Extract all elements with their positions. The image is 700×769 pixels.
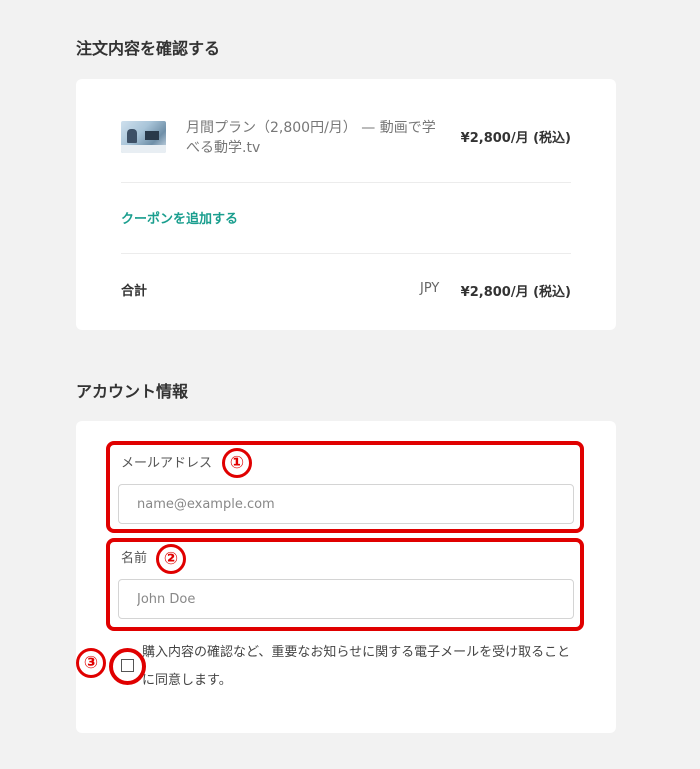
total-currency: JPY — [420, 281, 440, 296]
annotation-highlight-email — [106, 441, 584, 533]
order-section-title: 注文内容を確認する — [76, 39, 221, 58]
order-summary-card: 月間プラン（2,800円/月） — 動画で学べる動学.tv ¥2,800/月 (… — [76, 79, 616, 330]
divider — [121, 182, 571, 183]
product-row: 月間プラン（2,800円/月） — 動画で学べる動学.tv ¥2,800/月 (… — [121, 119, 571, 169]
consent-label: 購入内容の確認など、重要なお知らせに関する電子メールを受け取ることに同意します。 — [142, 645, 571, 688]
annotation-marker-2: ② — [156, 544, 186, 574]
total-price: ¥2,800/月 (税込) — [460, 285, 571, 300]
total-label: 合計 — [121, 284, 148, 299]
divider — [121, 253, 571, 254]
annotation-marker-1: ① — [222, 448, 252, 478]
annotation-marker-3: ③ — [76, 648, 106, 678]
product-thumbnail-image — [121, 121, 166, 153]
add-coupon-link[interactable]: クーポンを追加する — [121, 208, 238, 227]
checkout-page: 注文内容を確認する 月間プラン（2,800円/月） — 動画で学べる動学.tv … — [0, 0, 700, 769]
product-price: ¥2,800/月 (税込) — [460, 131, 571, 146]
account-section-title: アカウント情報 — [76, 382, 189, 401]
annotation-highlight-checkbox — [109, 648, 146, 685]
product-name: 月間プラン（2,800円/月） — 動画で学べる動学.tv — [186, 120, 436, 156]
